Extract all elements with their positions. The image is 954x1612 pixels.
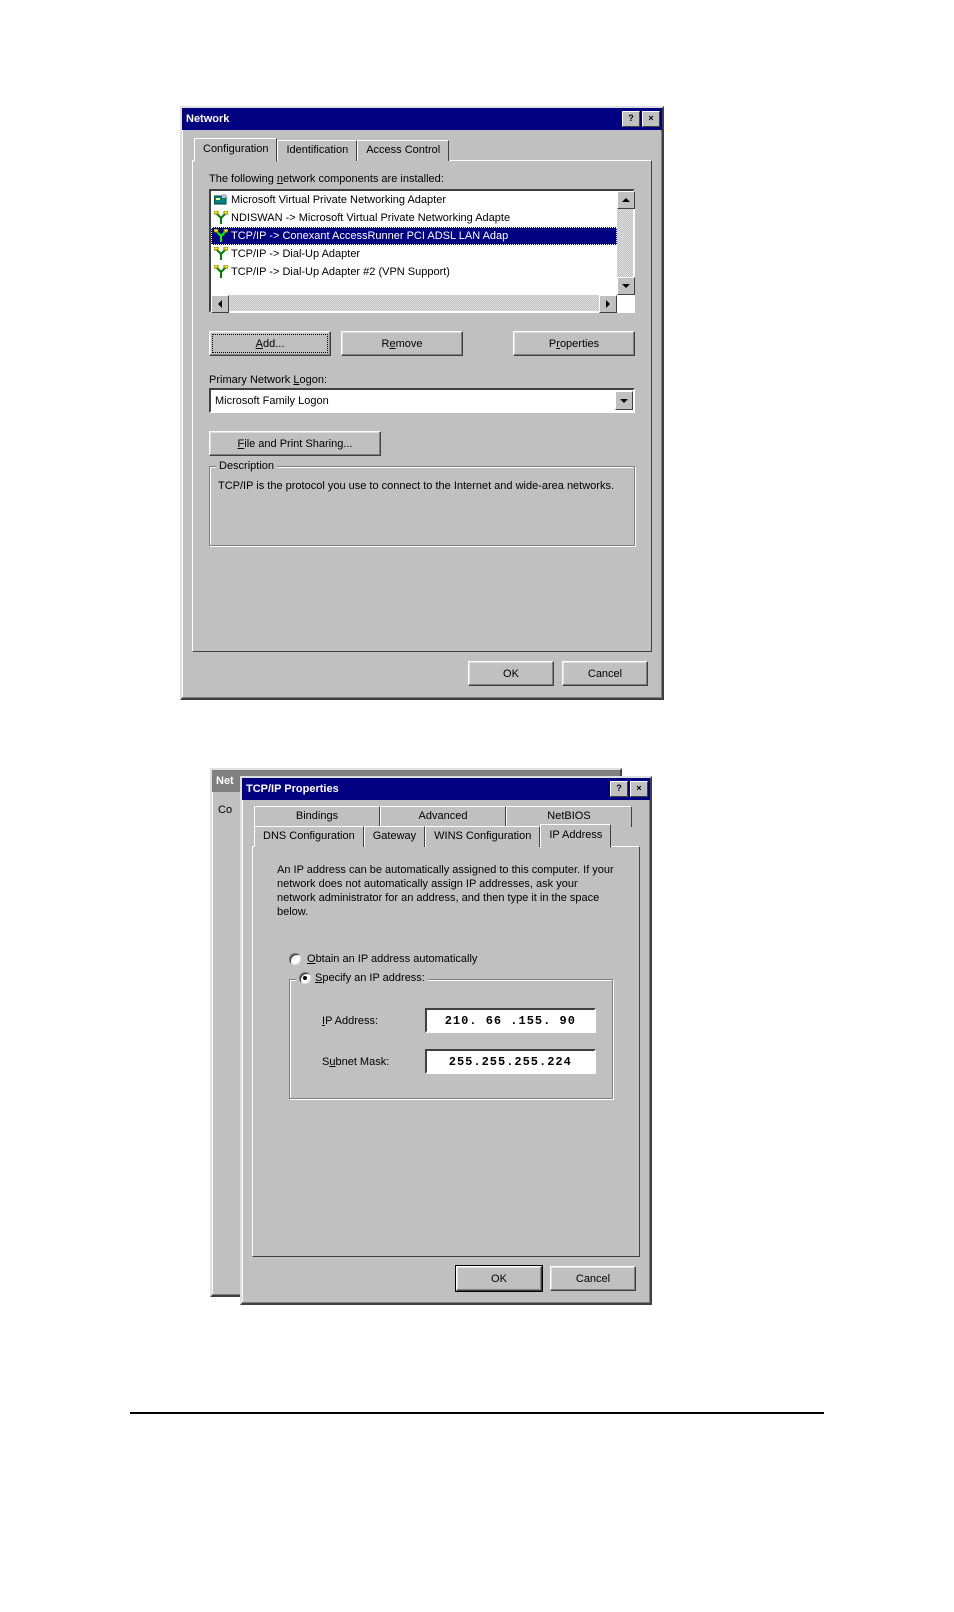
cancel-button[interactable]: Cancel — [550, 1266, 636, 1291]
primary-logon-value: Microsoft Family Logon — [211, 395, 615, 407]
components-label: The following network components are ins… — [209, 173, 635, 185]
protocol-icon — [213, 247, 229, 261]
tcpip-dialog: TCP/IP Properties ? × Bindings Advanced … — [240, 776, 652, 1305]
tab-advanced[interactable]: Advanced — [380, 806, 506, 827]
scroll-up-button[interactable] — [617, 191, 635, 209]
tab-bindings[interactable]: Bindings — [254, 806, 380, 827]
list-item-selected[interactable]: TCP/IP -> Conexant AccessRunner PCI ADSL… — [211, 227, 617, 245]
components-listbox[interactable]: Microsoft Virtual Private Networking Ada… — [209, 189, 635, 313]
radio-specify-ip[interactable]: Specify an IP address: — [296, 972, 428, 984]
description-label: Description — [216, 460, 277, 472]
description-text: TCP/IP is the protocol you use to connec… — [218, 479, 626, 493]
network-dialog: Network ? × Configuration Identification… — [180, 106, 664, 700]
protocol-icon — [213, 211, 229, 225]
close-button[interactable]: × — [642, 111, 660, 127]
remove-button[interactable]: Remove — [341, 331, 463, 356]
arrow-left-icon — [218, 300, 222, 308]
protocol-icon — [213, 265, 229, 279]
network-tabstrip: Configuration Identification Access Cont… — [194, 140, 449, 161]
subnet-mask-label: Subnet Mask: — [322, 1056, 411, 1068]
list-vscrollbar[interactable] — [617, 191, 633, 295]
specify-ip-group: Specify an IP address: IP Address: 210. … — [289, 979, 613, 1099]
ipaddress-pane: An IP address can be automatically assig… — [252, 846, 640, 1257]
ip-intro-text: An IP address can be automatically assig… — [277, 863, 615, 919]
tcpip-titlebar[interactable]: TCP/IP Properties ? × — [242, 778, 650, 800]
ok-button[interactable]: OK — [468, 661, 554, 686]
network-title: Network — [186, 113, 620, 125]
combo-dropdown-button[interactable] — [615, 391, 633, 410]
tab-identification[interactable]: Identification — [277, 140, 357, 161]
radio-icon — [289, 953, 301, 965]
scroll-track[interactable] — [229, 295, 599, 311]
ip-address-field[interactable]: 210. 66 .155. 90 — [425, 1008, 596, 1033]
add-button[interactable]: Add... — [209, 331, 331, 356]
tcpip-title: TCP/IP Properties — [246, 783, 608, 795]
network-tabsheet: Configuration Identification Access Cont… — [192, 140, 652, 652]
help-button[interactable]: ? — [610, 781, 628, 797]
tab-ipaddress[interactable]: IP Address — [540, 824, 611, 848]
cancel-button[interactable]: Cancel — [562, 661, 648, 686]
arrow-down-icon — [622, 284, 630, 288]
close-button[interactable]: × — [630, 781, 648, 797]
tab-access-control[interactable]: Access Control — [357, 140, 449, 161]
radio-icon — [299, 972, 311, 984]
radio-obtain-auto[interactable]: Obtain an IP address automatically — [289, 953, 613, 965]
primary-logon-combo[interactable]: Microsoft Family Logon — [209, 388, 635, 413]
list-item[interactable]: NDISWAN -> Microsoft Virtual Private Net… — [211, 209, 617, 227]
ok-button[interactable]: OK — [456, 1266, 542, 1291]
file-print-sharing-button[interactable]: File and Print Sharing... — [209, 431, 381, 456]
list-hscrollbar[interactable] — [211, 295, 617, 311]
network-titlebar[interactable]: Network ? × — [182, 108, 662, 130]
scroll-down-button[interactable] — [617, 277, 635, 295]
list-item[interactable]: Microsoft Virtual Private Networking Ada… — [211, 191, 617, 209]
tab-configuration[interactable]: Configuration — [194, 138, 277, 162]
tab-wins[interactable]: WINS Configuration — [425, 826, 540, 847]
ip-address-label: IP Address: — [322, 1015, 411, 1027]
list-item[interactable]: TCP/IP -> Dial-Up Adapter — [211, 245, 617, 263]
adapter-card-icon — [213, 193, 229, 207]
arrow-right-icon — [606, 300, 610, 308]
arrow-up-icon — [622, 198, 630, 202]
tab-dns[interactable]: DNS Configuration — [254, 826, 364, 847]
protocol-icon — [213, 229, 229, 243]
subnet-mask-field[interactable]: 255.255.255.224 — [425, 1049, 596, 1074]
configuration-pane: The following network components are ins… — [192, 160, 652, 652]
help-button[interactable]: ? — [622, 111, 640, 127]
tab-gateway[interactable]: Gateway — [364, 826, 425, 847]
page-divider — [130, 1412, 824, 1414]
properties-button[interactable]: Properties — [513, 331, 635, 356]
tcpip-tabsheet: Bindings Advanced NetBIOS DNS Configurat… — [252, 806, 640, 1257]
tcpip-tabstrip-bot: DNS Configuration Gateway WINS Configura… — [254, 826, 611, 847]
list-item[interactable]: TCP/IP -> Dial-Up Adapter #2 (VPN Suppor… — [211, 263, 617, 281]
description-group: Description TCP/IP is the protocol you u… — [209, 466, 635, 546]
scroll-track[interactable] — [617, 209, 633, 279]
scroll-left-button[interactable] — [211, 295, 229, 313]
arrow-down-icon — [620, 399, 628, 403]
primary-logon-label: Primary Network Logon: — [209, 374, 635, 386]
scroll-right-button[interactable] — [599, 295, 617, 313]
